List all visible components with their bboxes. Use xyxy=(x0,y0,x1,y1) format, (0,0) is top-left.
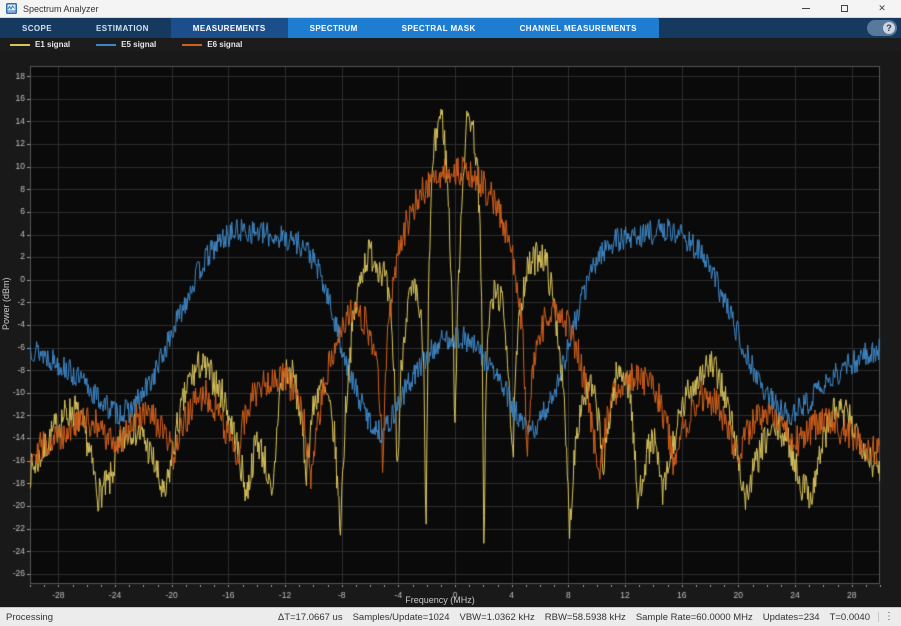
spectrum-analyzer-window: Spectrum Analyzer ✕ SCOPE ESTIMATION MEA… xyxy=(0,0,901,626)
tab-estimation-label: ESTIMATION xyxy=(96,24,149,33)
status-stat: RBW=58.5938 kHz xyxy=(545,612,626,623)
e1-legend-label: E1 signal xyxy=(35,40,70,49)
tab-measurements[interactable]: MEASUREMENTS xyxy=(171,18,288,38)
e5-line-swatch xyxy=(96,44,116,46)
status-stat: Samples/Update=1024 xyxy=(353,612,450,623)
toolstrip-tabbar: SCOPE ESTIMATION MEASUREMENTS SPECTRUM S… xyxy=(0,18,901,38)
legend-item-e1[interactable]: E1 signal xyxy=(10,40,70,49)
status-stat: ΔT=17.0667 us xyxy=(278,612,343,623)
tab-spectrum-label: SPECTRUM xyxy=(310,24,358,33)
e6-legend-label: E6 signal xyxy=(207,40,242,49)
tab-scope-label: SCOPE xyxy=(22,24,52,33)
title-bar: Spectrum Analyzer ✕ xyxy=(0,0,901,18)
status-stat: VBW=1.0362 kHz xyxy=(460,612,535,623)
maximize-icon xyxy=(841,5,848,12)
status-stat: T=0.0040 xyxy=(830,612,870,623)
tab-spectral-mask[interactable]: SPECTRAL MASK xyxy=(380,18,498,38)
tab-measurements-label: MEASUREMENTS xyxy=(193,24,266,33)
y-axis-label: Power (dBm) xyxy=(1,277,11,330)
spectrum-plot-canvas xyxy=(0,51,901,607)
overflow-menu-button[interactable]: ⋮ xyxy=(878,612,899,622)
help-icon: ? xyxy=(883,22,895,34)
status-stats: ΔT=17.0667 us Samples/Update=1024 VBW=1.03… xyxy=(278,612,870,623)
figure-area: Power (dBm) Frequency (MHz) xyxy=(0,51,901,607)
tab-spectral-mask-label: SPECTRAL MASK xyxy=(402,24,476,33)
status-bar: Processing ΔT=17.0667 us Samples/Update=1… xyxy=(0,607,901,626)
tab-channel-measurements[interactable]: CHANNEL MEASUREMENTS xyxy=(498,18,659,38)
legend-item-e5[interactable]: E5 signal xyxy=(96,40,156,49)
e6-line-swatch xyxy=(182,44,202,46)
e1-line-swatch xyxy=(10,44,30,46)
tab-estimation[interactable]: ESTIMATION xyxy=(74,18,171,38)
status-stat: Sample Rate=60.0000 MHz xyxy=(636,612,753,623)
close-icon: ✕ xyxy=(878,3,886,14)
window-controls: ✕ xyxy=(787,0,901,17)
status-stat: Updates=234 xyxy=(763,612,820,623)
legend: E1 signal E5 signal E6 signal xyxy=(0,38,901,51)
legend-item-e6[interactable]: E6 signal xyxy=(182,40,242,49)
tab-spectrum[interactable]: SPECTRUM xyxy=(288,18,380,38)
tab-channel-measurements-label: CHANNEL MEASUREMENTS xyxy=(520,24,637,33)
status-message: Processing xyxy=(6,612,53,623)
minimize-icon xyxy=(802,8,810,9)
help-button[interactable]: ? xyxy=(867,20,897,36)
close-button[interactable]: ✕ xyxy=(863,0,901,17)
tab-scope[interactable]: SCOPE xyxy=(0,18,74,38)
e5-legend-label: E5 signal xyxy=(121,40,156,49)
minimize-button[interactable] xyxy=(787,0,825,17)
maximize-button[interactable] xyxy=(825,0,863,17)
contextual-tab-group: SPECTRUM SPECTRAL MASK CHANNEL MEASUREME… xyxy=(288,18,659,38)
x-axis-label: Frequency (MHz) xyxy=(0,595,880,605)
app-icon xyxy=(6,3,17,14)
window-title: Spectrum Analyzer xyxy=(23,4,99,14)
